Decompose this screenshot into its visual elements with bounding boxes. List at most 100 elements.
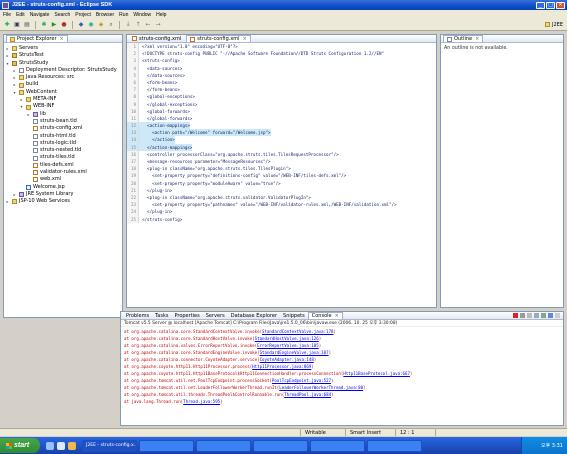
taskbar-task-button[interactable] xyxy=(253,439,308,452)
taskbar-task-button[interactable]: J2EE - struts-config.x... xyxy=(82,439,137,452)
maximize-button[interactable]: □ xyxy=(546,1,555,9)
code-line[interactable]: 10 <global-forwards> xyxy=(127,107,436,115)
code-line[interactable]: 1 <?xml version="1.0" encoding="UTF-8"?> xyxy=(127,43,436,51)
menu-search[interactable]: Search xyxy=(54,12,70,18)
xml-source-editor[interactable]: 1 <?xml version="1.0" encoding="UTF-8"?> 2… xyxy=(127,43,436,307)
close-icon[interactable]: × xyxy=(335,313,339,319)
collapse-icon[interactable]: ▾ xyxy=(12,89,17,96)
tree-item[interactable]: web.xml xyxy=(5,176,121,183)
collapse-icon[interactable]: ▾ xyxy=(5,60,10,67)
perspective-switcher[interactable]: J2EE xyxy=(545,22,563,28)
tree-item[interactable]: struts-html.tld xyxy=(5,133,121,140)
taskbar-task-button[interactable] xyxy=(367,439,422,452)
close-button[interactable]: × xyxy=(556,1,565,9)
close-icon[interactable]: × xyxy=(243,36,247,42)
code-line[interactable]: 22 <plug-in className="org.apache.struts… xyxy=(127,193,436,202)
prev-annotation-icon[interactable]: ↑ xyxy=(134,21,142,29)
tab-outline[interactable]: Outline × xyxy=(443,35,484,42)
close-icon[interactable]: × xyxy=(475,36,479,42)
expand-icon[interactable]: ▸ xyxy=(19,96,24,103)
open-type-icon[interactable]: ◈ xyxy=(97,21,105,29)
source-link[interactable]: CoyoteAdapter.java:148 xyxy=(260,357,314,362)
menu-navigate[interactable]: Navigate xyxy=(30,12,50,18)
code-line[interactable]: 2 <!DOCTYPE struts-config PUBLIC "-//Apac… xyxy=(127,50,436,58)
tree-item[interactable]: struts-logic.tld xyxy=(5,140,121,147)
menu-project[interactable]: Project xyxy=(75,12,91,18)
expand-icon[interactable]: ▸ xyxy=(12,81,17,88)
code-line[interactable]: 12 <action-mappings> xyxy=(127,122,436,130)
code-line[interactable]: 20 <set-property property="moduleAware" … xyxy=(127,179,436,187)
tree-item[interactable]: ▾ StrutsStudy xyxy=(5,60,121,67)
expand-icon[interactable]: ▸ xyxy=(12,74,17,81)
code-line[interactable]: 13 <action path="/Welcome" forward="/Wel… xyxy=(127,129,436,137)
tree-item[interactable]: ▾ WebContent xyxy=(5,89,121,96)
pin-console-icon[interactable] xyxy=(541,313,546,318)
debug-icon[interactable]: ✱ xyxy=(40,21,48,29)
external-tools-icon[interactable]: ● xyxy=(60,21,68,29)
source-link[interactable]: LeaderFollowerWorkerThread.java:80 xyxy=(279,385,363,390)
remove-launch-icon[interactable] xyxy=(520,313,525,318)
tree-item[interactable]: struts-config.xml xyxy=(5,125,121,132)
tree-item[interactable]: ▸ JSP-10 Web Services xyxy=(5,198,121,205)
tab-servers[interactable]: Servers xyxy=(203,312,228,319)
tree-item[interactable]: struts-bean.tld xyxy=(5,118,121,125)
scroll-lock-icon[interactable] xyxy=(534,313,539,318)
clear-console-icon[interactable] xyxy=(527,313,532,318)
menu-browser[interactable]: Browser xyxy=(96,12,114,18)
tab-tasks[interactable]: Tasks xyxy=(152,312,171,319)
code-line[interactable]: 23 <set-property property="pathnames" va… xyxy=(127,201,436,209)
back-icon[interactable]: ← xyxy=(144,21,152,29)
source-link[interactable]: Http11BaseProtocol.java:667 xyxy=(343,371,410,376)
tab-editor-file[interactable]: struts-config.xml × xyxy=(186,35,251,42)
source-link[interactable]: ThreadPool.java:684 xyxy=(284,392,331,397)
tree-item[interactable]: ▸ Deployment Descriptor: StrutsStudy xyxy=(5,67,121,74)
tree-item[interactable]: struts-nested.tld xyxy=(5,147,121,154)
source-link[interactable]: StandardEngineValve.java:107 xyxy=(260,350,329,355)
source-link[interactable]: StandardHostValve.java:126 xyxy=(255,336,319,341)
taskbar-task-button[interactable] xyxy=(310,439,365,452)
tab-project-explorer[interactable]: Project Explorer × xyxy=(6,35,68,42)
tab-database-explorer[interactable]: Database Explorer xyxy=(228,312,280,319)
code-line[interactable]: 14 </action> xyxy=(127,136,436,144)
tree-item[interactable]: ▸ StrutsTest xyxy=(5,52,121,59)
code-line[interactable]: 5 </data-sources> xyxy=(127,71,436,79)
code-line[interactable]: 8 <global-exceptions> xyxy=(127,93,436,101)
source-link[interactable]: PoolTcpEndpoint.java:527 xyxy=(272,378,331,383)
tab-editor-file[interactable]: struts-config.xml xyxy=(129,35,184,42)
source-link[interactable]: ErrorReportValve.java:105 xyxy=(257,343,319,348)
quicklaunch-media-icon[interactable] xyxy=(68,441,76,450)
forward-icon[interactable]: → xyxy=(154,21,162,29)
code-line[interactable]: 11 </global-forwards> xyxy=(127,114,436,123)
tree-item[interactable]: ▸ lib xyxy=(5,111,121,118)
new-server-icon[interactable]: ◆ xyxy=(77,21,85,29)
expand-icon[interactable]: ▸ xyxy=(12,191,17,198)
tree-item[interactable]: validator-rules.xml xyxy=(5,169,121,176)
terminate-icon[interactable] xyxy=(513,313,518,318)
tree-item[interactable]: Welcome.jsp xyxy=(5,184,121,191)
search-icon[interactable]: ⌕ xyxy=(107,21,115,29)
source-link[interactable]: Thread.java:595 xyxy=(183,399,220,404)
expand-icon[interactable]: ▸ xyxy=(5,52,10,59)
quicklaunch-desktop-icon[interactable] xyxy=(57,441,65,450)
tree-item[interactable]: ▸ JRE System Library xyxy=(5,191,121,198)
tree-item[interactable]: ▸ Servers xyxy=(5,45,121,52)
code-line[interactable]: 24 </plug-in> xyxy=(127,208,436,216)
tree-item[interactable]: ▾ WEB-INF xyxy=(5,103,121,110)
tab-snippets[interactable]: Snippets xyxy=(280,312,308,319)
code-line[interactable]: 6 <form-beans> xyxy=(127,78,436,87)
quicklaunch-ie-icon[interactable] xyxy=(46,441,54,450)
code-line[interactable]: 18 <plug-in className="org.apache.struts… xyxy=(127,165,436,173)
menu-edit[interactable]: Edit xyxy=(16,12,25,18)
console-output[interactable]: at org.apache.catalina.core.StandardCont… xyxy=(121,327,563,406)
code-line[interactable]: 21 </plug-in> xyxy=(127,186,436,194)
tab-console[interactable]: Console × xyxy=(307,312,343,319)
new-icon[interactable]: ✚ xyxy=(3,21,11,29)
menu-help[interactable]: Help xyxy=(156,12,166,18)
expand-icon[interactable]: ▸ xyxy=(5,45,10,52)
tree-item[interactable]: ▸ Java Resources: src xyxy=(5,74,121,81)
code-line[interactable]: 4 <data-sources> xyxy=(127,64,436,72)
code-line[interactable]: 3 <struts-config> xyxy=(127,57,436,65)
tab-properties[interactable]: Properties xyxy=(171,312,202,319)
minimize-view-icon[interactable] xyxy=(555,313,560,318)
start-button[interactable]: start xyxy=(0,438,40,453)
